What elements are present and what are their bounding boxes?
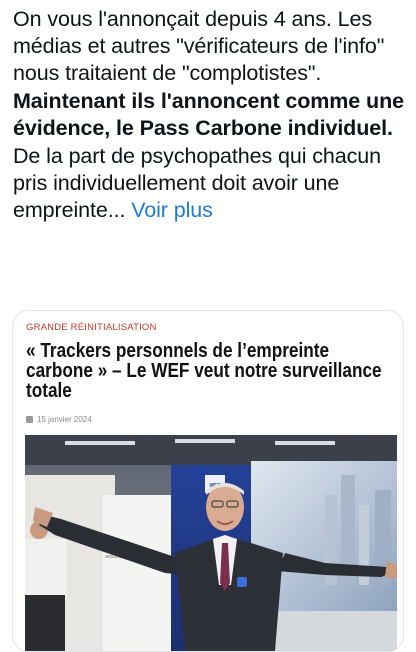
post-paragraph-1: On vous l'annonçait depuis 4 ans. Les mé… bbox=[13, 7, 385, 85]
article-meta: 15 janvier 2024 bbox=[26, 415, 92, 424]
article-headline[interactable]: « Trackers personnels de l’empreinte car… bbox=[26, 341, 396, 401]
post-text: On vous l'annonçait depuis 4 ans. Les mé… bbox=[13, 6, 405, 224]
article-category: GRANDE RÉINITIALISATION bbox=[26, 322, 157, 333]
post-paragraph-bold: Maintenant ils l'annoncent comme une évi… bbox=[13, 89, 404, 140]
link-preview-card[interactable]: GRANDE RÉINITIALISATION « Trackers perso… bbox=[12, 310, 404, 652]
show-more-link[interactable]: Voir plus bbox=[131, 198, 213, 222]
photo-illustration: SOCIAL ENTREPRENEURSHIP WEF bbox=[25, 435, 397, 651]
banner bbox=[103, 495, 173, 651]
post-paragraph-2: De la part de psychopathes qui chacun pr… bbox=[13, 143, 405, 224]
calendar-icon bbox=[26, 416, 33, 423]
article-date: 15 janvier 2024 bbox=[37, 415, 92, 424]
article-photo[interactable]: SOCIAL ENTREPRENEURSHIP WEF bbox=[25, 435, 397, 651]
